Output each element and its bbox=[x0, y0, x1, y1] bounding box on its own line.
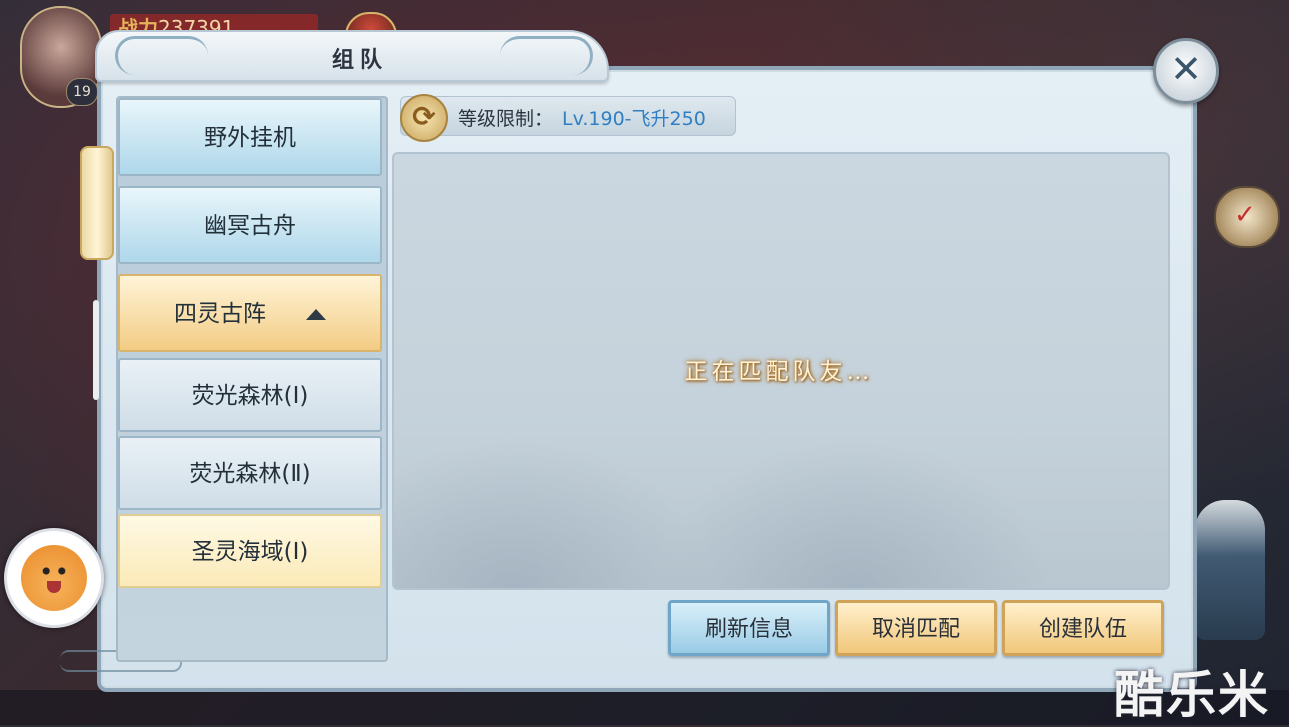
dialog-title: 组队 bbox=[331, 48, 388, 73]
category-item[interactable]: 野外挂机 bbox=[118, 98, 382, 176]
expand-arrow-icon bbox=[306, 309, 326, 320]
category-item-expanded[interactable]: 四灵古阵 bbox=[118, 274, 382, 352]
mascot-face bbox=[21, 545, 87, 611]
refresh-info-button[interactable]: 刷新信息 bbox=[668, 600, 830, 656]
player-level: 19 bbox=[66, 78, 98, 106]
cancel-match-button[interactable]: 取消匹配 bbox=[835, 600, 997, 656]
category-item[interactable]: 幽冥古舟 bbox=[118, 186, 382, 264]
subitem-label: 荧光森林(Ⅱ) bbox=[189, 461, 311, 487]
create-team-button[interactable]: 创建队伍 bbox=[1002, 600, 1164, 656]
cloud-ornament-left bbox=[115, 36, 208, 75]
level-limit-value: Lv.190-飞升250 bbox=[562, 108, 706, 130]
level-limit-label: 等级限制： bbox=[458, 108, 554, 130]
category-label: 幽冥古舟 bbox=[204, 213, 296, 239]
subitem[interactable]: 荧光森林(Ⅰ) bbox=[118, 358, 382, 432]
refresh-icon[interactable]: ⟳ bbox=[400, 94, 448, 142]
background-character bbox=[1195, 500, 1265, 640]
mountain-backdrop bbox=[394, 438, 714, 588]
subitem[interactable]: 荧光森林(Ⅱ) bbox=[118, 436, 382, 510]
mascot-eyes bbox=[41, 567, 67, 575]
category-label: 野外挂机 bbox=[204, 125, 296, 151]
subitem-selected[interactable]: 圣灵海域(Ⅰ) bbox=[118, 514, 382, 588]
category-label: 四灵古阵 bbox=[174, 301, 266, 327]
cloud-ornament-right bbox=[500, 36, 593, 75]
subitem-label: 圣灵海域(Ⅰ) bbox=[191, 539, 309, 565]
scroll-ornament bbox=[80, 146, 114, 260]
close-icon: ✕ bbox=[1170, 47, 1202, 91]
mountain-backdrop bbox=[654, 438, 1054, 588]
list-scrollbar[interactable] bbox=[93, 300, 99, 400]
watermark: 酷乐米 bbox=[1114, 666, 1270, 724]
bottom-hud-strip bbox=[0, 690, 1289, 725]
checkmark-icon: ✓ bbox=[1234, 200, 1256, 230]
close-button[interactable]: ✕ bbox=[1153, 38, 1219, 104]
calendar-icon[interactable]: ✓ bbox=[1214, 186, 1280, 248]
subitem-label: 荧光森林(Ⅰ) bbox=[191, 383, 309, 409]
mascot-icon[interactable] bbox=[4, 528, 104, 628]
matching-status: 正在匹配队友… bbox=[684, 359, 874, 385]
mascot-mouth bbox=[47, 581, 61, 593]
